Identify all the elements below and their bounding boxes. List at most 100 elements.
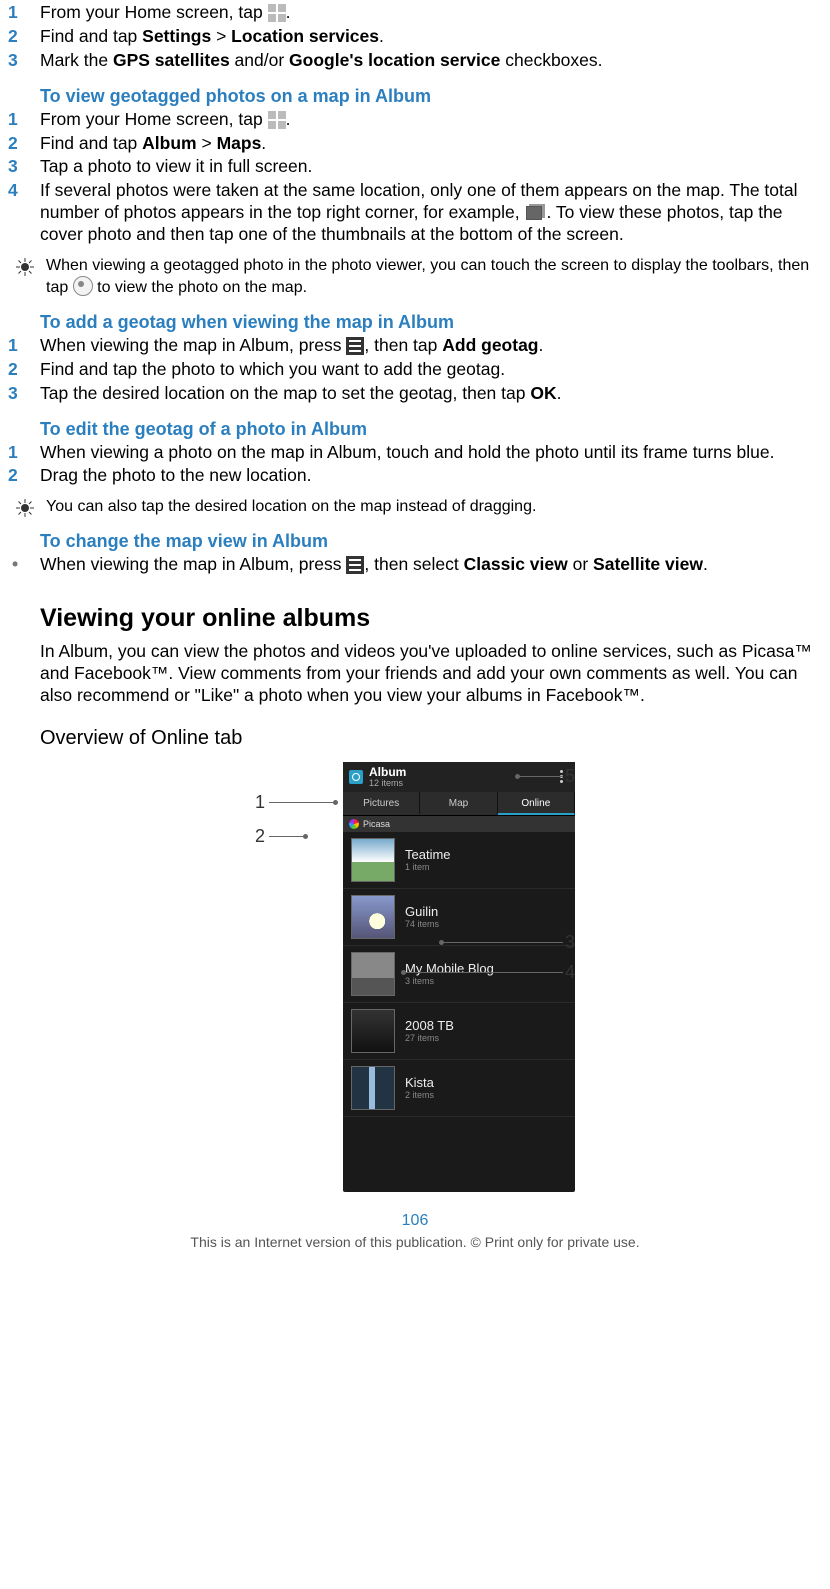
tip-text: When viewing a geotagged photo in the ph… (46, 256, 822, 298)
text: . (379, 26, 384, 46)
bold: Maps (217, 133, 262, 153)
step: When viewing a photo on the map in Album… (8, 442, 822, 464)
subheading-add-geotag: To add a geotag when viewing the map in … (40, 312, 822, 333)
step: Drag the photo to the new location. (8, 465, 822, 487)
callout-dot (333, 800, 338, 805)
tab-pictures: Pictures (343, 792, 420, 815)
text: Find and tap (40, 133, 142, 153)
text: When viewing a photo on the map in Album… (40, 442, 774, 462)
step: Mark the GPS satellites and/or Google's … (8, 50, 822, 72)
callout-3: 3 (565, 932, 575, 953)
subheading-edit-geotag: To edit the geotag of a photo in Album (40, 419, 822, 440)
tip-bulb-icon (16, 258, 34, 276)
menu-icon (346, 337, 364, 355)
bullet-change-view: When viewing the map in Album, press , t… (8, 554, 822, 576)
thumbnail (351, 1066, 395, 1110)
text: . (261, 133, 266, 153)
text: or (568, 554, 593, 574)
step: If several photos were taken at the same… (8, 180, 822, 246)
step: Tap the desired location on the map to s… (8, 383, 822, 405)
heading-viewing-online: Viewing your online albums (40, 604, 822, 633)
item-sub: 74 items (405, 919, 439, 929)
text: Find and tap the photo to which you want… (40, 359, 505, 379)
album-app-icon (349, 770, 363, 784)
tip-photo-viewer-map: When viewing a geotagged photo in the ph… (16, 256, 822, 298)
text: Find and tap (40, 26, 142, 46)
callout-dot (303, 834, 308, 839)
menu-icon (346, 556, 364, 574)
callout-dot (439, 940, 444, 945)
text: to view the photo on the map. (93, 279, 307, 296)
photo-stack-icon (524, 204, 546, 222)
bold: Google's location service (289, 50, 500, 70)
step: Find and tap Settings > Location service… (8, 26, 822, 48)
step: Tap a photo to view it in full screen. (8, 156, 822, 178)
phone-title: Album (369, 766, 406, 778)
page-number: 106 (8, 1212, 822, 1230)
bold: GPS satellites (113, 50, 230, 70)
list-item: My Mobile Blog3 items (343, 946, 575, 1003)
text: , then select (364, 554, 463, 574)
subheading-change-view: To change the map view in Album (40, 531, 822, 552)
item-name: Kista (405, 1075, 434, 1090)
phone-mockup: Album 12 items Pictures Map Online Picas… (343, 762, 575, 1192)
item-sub: 1 item (405, 862, 451, 872)
phone-header: Album 12 items (343, 762, 575, 792)
text: . (286, 109, 291, 129)
list-item: Teatime1 item (343, 832, 575, 889)
thumbnail (351, 838, 395, 882)
callout-line (269, 836, 305, 837)
bold: Location services (231, 26, 379, 46)
section-label-text: Picasa (363, 819, 390, 829)
steps-enable-gps: From your Home screen, tap . Find and ta… (8, 2, 822, 72)
bold: Album (142, 133, 196, 153)
callout-2: 2 (255, 826, 265, 847)
text: Tap the desired location on the map to s… (40, 383, 530, 403)
text: . (286, 2, 291, 22)
callout-line (405, 972, 563, 973)
item-name: My Mobile Blog (405, 961, 494, 976)
phone-list: Teatime1 item Guilin74 items My Mobile B… (343, 832, 575, 1117)
text: When viewing the map in Album, press (40, 554, 346, 574)
step: Find and tap Album > Maps. (8, 133, 822, 155)
section-picasa: Picasa (343, 816, 575, 832)
list-item: Guilin74 items (343, 889, 575, 946)
step: When viewing the map in Album, press , t… (8, 335, 822, 357)
list-item: 2008 TB27 items (343, 1003, 575, 1060)
text: When viewing the map in Album, press (40, 335, 346, 355)
figure-online-tab: Album 12 items Pictures Map Online Picas… (8, 762, 822, 1192)
step: From your Home screen, tap . (8, 109, 822, 131)
item-name: Teatime (405, 847, 451, 862)
text: Mark the (40, 50, 113, 70)
footer-note: This is an Internet version of this publ… (8, 1234, 822, 1250)
step: Find and tap the photo to which you want… (8, 359, 822, 381)
thumbnail (351, 952, 395, 996)
phone-item-count: 12 items (369, 778, 406, 788)
callout-dot (515, 774, 520, 779)
callout-4: 4 (565, 962, 575, 983)
item-sub: 3 items (405, 976, 494, 986)
item-name: 2008 TB (405, 1018, 454, 1033)
text: > (197, 133, 217, 153)
tab-map: Map (420, 792, 497, 815)
text: From your Home screen, tap (40, 2, 268, 22)
item-sub: 27 items (405, 1033, 454, 1043)
text: . (703, 554, 708, 574)
globe-icon (73, 276, 93, 296)
steps-add-geotag: When viewing the map in Album, press , t… (8, 335, 822, 405)
thumbnail (351, 895, 395, 939)
heading-overview-online-tab: Overview of Online tab (40, 727, 822, 750)
text: Drag the photo to the new location. (40, 465, 311, 485)
item-name: Guilin (405, 904, 439, 919)
list-item: Kista2 items (343, 1060, 575, 1117)
item-sub: 2 items (405, 1090, 434, 1100)
subheading-view-geotagged: To view geotagged photos on a map in Alb… (40, 86, 822, 107)
callout-5: 5 (565, 766, 575, 787)
text: . (539, 335, 544, 355)
step: From your Home screen, tap . (8, 2, 822, 24)
bold: Add geotag (442, 335, 538, 355)
tip-bulb-icon (16, 499, 34, 517)
callout-line (269, 802, 335, 803)
apps-grid-icon (268, 4, 286, 22)
callout-line (443, 942, 563, 943)
